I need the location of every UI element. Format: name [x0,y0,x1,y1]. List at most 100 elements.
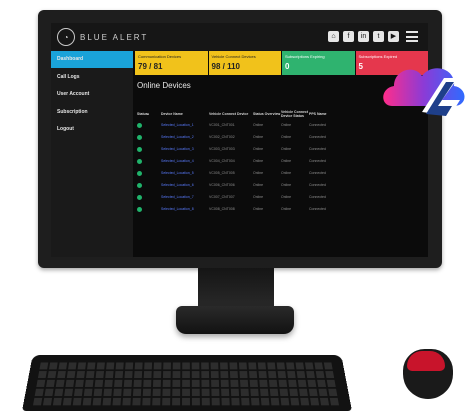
vehicle-status-cell: Online [281,183,292,187]
overview-cell: Online [253,171,264,175]
vehicle-status-cell: Online [281,207,292,211]
table-row[interactable]: Selected_Location_3 VC003_CNT003 Online Onl… [137,143,428,155]
pps-cell: Connected [309,135,326,139]
vehicle-status-cell: Online [281,195,292,199]
vehicle-status-cell: Online [281,171,292,175]
column-header: Device Name [161,112,183,116]
vehicle-device-cell: VC004_CNT004 [209,159,235,163]
vehicle-device-cell: VC001_CNT001 [209,123,235,127]
device-name-link[interactable]: Selected_Location_1 [161,123,209,127]
column-header: Status Overview [253,112,281,116]
mouse-button [407,351,445,371]
table-row[interactable]: Selected_Location_5 VC005_CNT005 Online Onl… [137,167,428,179]
table-body: Selected_Location_1 VC001_CNT001 Online Onl… [137,119,428,215]
online-status-icon [137,134,142,140]
vehicle-device-cell: VC006_CNT006 [209,183,235,187]
home-icon[interactable]: ⌂ [328,31,339,42]
vehicle-device-cell: VC008_CNT008 [209,207,235,211]
card-vehicle-connect-devices[interactable]: Vehicle Connect Devices 98 / 110 [208,51,281,75]
facebook-icon[interactable]: f [343,31,354,42]
online-status-icon [137,146,142,152]
table-row[interactable]: Selected_Location_8 VC008_CNT008 Online Onl… [137,203,428,215]
column-header: Status [137,112,148,116]
card-title: Subscriptions Expiring [285,54,325,59]
table-row[interactable]: Selected_Location_7 VC007_CNT007 Online Onl… [137,191,428,203]
card-title: Communication Devices [138,54,182,59]
cloud-logo-icon [380,56,470,126]
menu-icon[interactable] [406,31,418,42]
pps-cell: Connected [309,183,326,187]
status-cell [137,122,147,128]
overview-cell: Online [253,147,264,151]
vehicle-device-cell: VC005_CNT005 [209,171,235,175]
pps-cell: Connected [309,171,326,175]
overview-cell: Online [253,123,264,127]
sidebar-item-dashboard[interactable]: Dashboard [51,51,133,68]
device-name-link[interactable]: Selected_Location_3 [161,147,209,151]
vehicle-device-cell: VC003_CNT003 [209,147,235,151]
column-header: Vehicle Connect Device Status [281,110,309,118]
twitter-icon[interactable]: t [373,31,384,42]
brand-logo-icon: ◔ [57,28,75,46]
sidebar-item-call-logs[interactable]: Call Logs [51,69,133,86]
monitor-stand-neck [198,268,274,310]
status-cell [137,134,147,140]
device-name-link[interactable]: Selected_Location_6 [161,183,209,187]
sidebar-item-subscription[interactable]: Subscription [51,104,133,121]
device-name-link[interactable]: Selected_Location_7 [161,195,209,199]
status-cell [137,146,147,152]
app-screen: ◔ BLUE ALERT ⌂ f in t ▶ Dashboard Call L… [51,23,428,257]
pps-cell: Connected [309,195,326,199]
brand-name: BLUE ALERT [80,32,149,42]
online-status-icon [137,194,142,200]
youtube-icon[interactable]: ▶ [388,31,399,42]
card-value: 0 [285,62,290,71]
pps-cell: Connected [309,207,326,211]
table-row[interactable]: Selected_Location_4 VC004_CNT004 Online Onl… [137,155,428,167]
vehicle-status-cell: Online [281,147,292,151]
pps-cell: Connected [309,147,326,151]
column-header: Vehicle Connect Device [209,112,249,116]
card-value: 79 / 81 [138,62,163,71]
sidebar-item-logout[interactable]: Logout [51,121,133,138]
overview-cell: Online [253,195,264,199]
status-cell [137,206,147,212]
device-name-link[interactable]: Selected_Location_2 [161,135,209,139]
online-status-icon [137,182,142,188]
table-row[interactable]: Selected_Location_2 VC002_CNT002 Online Onl… [137,131,428,143]
info-icon: ● [147,112,150,116]
device-name-link[interactable]: Selected_Location_8 [161,207,209,211]
vehicle-device-cell: VC002_CNT002 [209,135,235,139]
sidebar-item-user-account[interactable]: User Account [51,86,133,103]
brand: ◔ BLUE ALERT [57,27,148,47]
keyboard-keys [33,361,341,406]
linkedin-icon[interactable]: in [358,31,369,42]
vehicle-status-cell: Online [281,135,292,139]
online-status-icon [137,158,142,164]
keyboard [22,354,352,411]
overview-cell: Online [253,207,264,211]
card-communication-devices[interactable]: Communication Devices 79 / 81 [135,51,208,75]
status-cell [137,170,147,176]
top-icons: ⌂ f in t ▶ [328,31,418,42]
vehicle-device-cell: VC007_CNT007 [209,195,235,199]
online-status-icon [137,170,142,176]
device-name-link[interactable]: Selected_Location_4 [161,159,209,163]
table-row[interactable]: Selected_Location_6 VC006_CNT006 Online Onl… [137,179,428,191]
card-subscriptions-expiring[interactable]: Subscriptions Expiring 0 [282,51,355,75]
vehicle-status-cell: Online [281,123,292,127]
column-header: PPS Name [309,112,327,116]
monitor: ◔ BLUE ALERT ⌂ f in t ▶ Dashboard Call L… [38,10,442,268]
device-name-link[interactable]: Selected_Location_5 [161,171,209,175]
card-value: 98 / 110 [211,62,240,71]
monitor-stand-base [176,306,294,334]
pps-cell: Connected [309,159,326,163]
top-bar: ◔ BLUE ALERT ⌂ f in t ▶ [51,23,428,51]
overview-cell: Online [253,159,264,163]
card-value: 5 [358,62,363,71]
overview-cell: Online [253,135,264,139]
status-cell [137,182,147,188]
status-cell [137,194,147,200]
section-title: Online Devices [137,81,191,90]
overview-cell: Online [253,183,264,187]
